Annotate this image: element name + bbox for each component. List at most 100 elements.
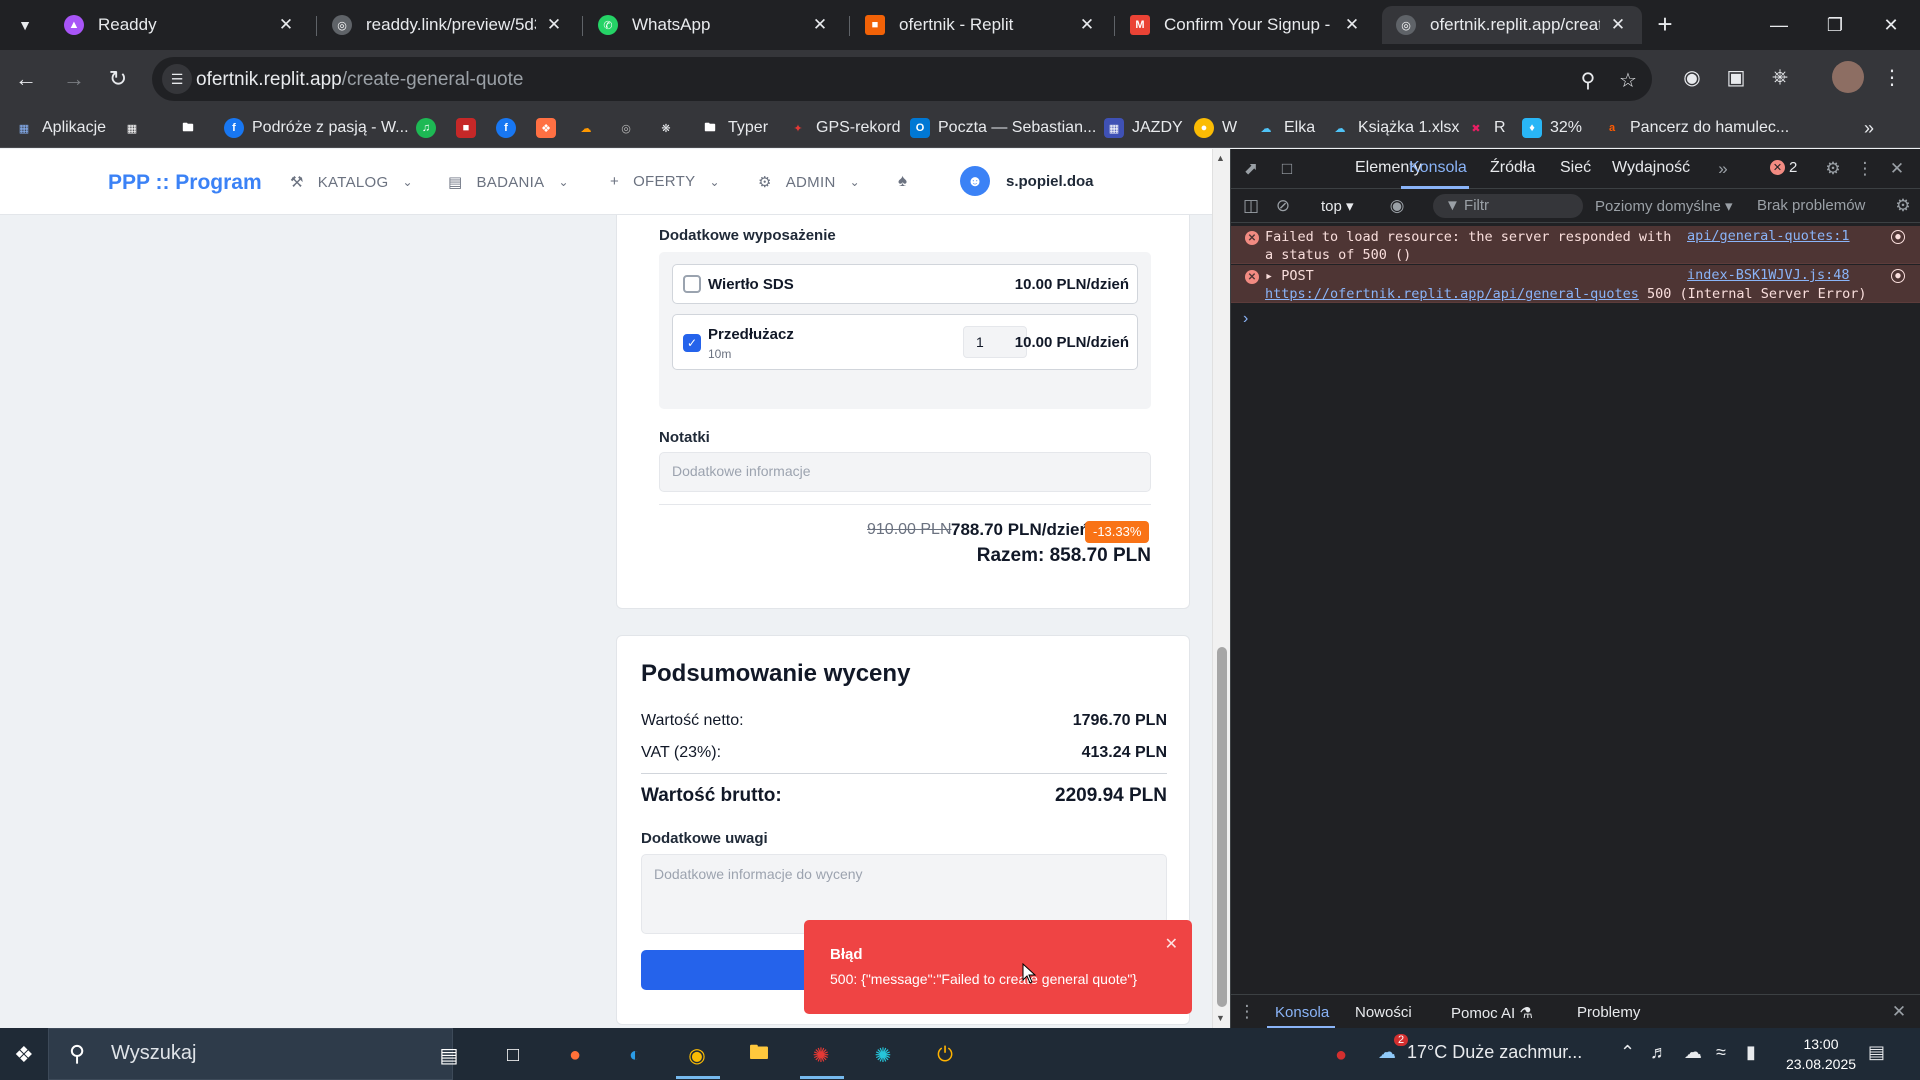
onedrive-icon[interactable]: ☁ (1684, 1042, 1702, 1063)
console-prompt-chevron-icon[interactable]: › (1243, 310, 1248, 328)
drawer-close-icon[interactable]: ✕ (1887, 1000, 1911, 1024)
reload-icon[interactable]: ↻ (102, 63, 134, 95)
console-settings-gear-icon[interactable]: ⚙ (1891, 194, 1915, 218)
console-source-link[interactable]: index-BSK1WJVJ.js:48 (1687, 267, 1850, 283)
tab-close-icon[interactable]: ✕ (810, 15, 830, 35)
tray-chevron-icon[interactable]: ⌃ (1620, 1042, 1635, 1063)
bookmark-poczta[interactable]: O Poczta — Sebastian... (910, 116, 1096, 140)
notes-input[interactable]: Dodatkowe informacje (659, 452, 1151, 492)
scroll-up-arrow-icon[interactable]: ▲ (1216, 153, 1225, 163)
app-red-icon[interactable]: ✺ (804, 1038, 838, 1072)
new-tab-plus-icon[interactable]: + (1650, 10, 1680, 40)
tab-zrodla[interactable]: Źródła (1490, 159, 1535, 177)
battery-icon[interactable]: ▮ (1746, 1042, 1756, 1063)
extensions-icon[interactable]: ⎈ (1764, 61, 1796, 93)
wifi-icon[interactable]: ≈ (1716, 1042, 1726, 1063)
clear-console-icon[interactable]: ⊘ (1271, 194, 1295, 218)
chrome-icon[interactable]: ◉ (680, 1038, 714, 1072)
tab-close-icon[interactable]: ✕ (544, 15, 564, 35)
taskbar-search[interactable]: ⚲ Wyszukaj (48, 1028, 453, 1080)
tab-wydajnosc[interactable]: Wydajność (1612, 159, 1690, 177)
bookmark-gps-rekord[interactable]: ✦ GPS-rekord (788, 116, 900, 140)
bookmark-pancerz[interactable]: a Pancerz do hamulec... (1602, 116, 1789, 140)
app-teal-icon[interactable]: ✺ (866, 1038, 900, 1072)
drawer-tab-konsola[interactable]: Konsola (1275, 1004, 1329, 1021)
notifications-icon[interactable]: ▤ (1868, 1042, 1885, 1063)
task-view-icon[interactable]: ▤ (432, 1038, 466, 1072)
forward-arrow-icon[interactable]: → (58, 63, 90, 95)
ai-explain-icon[interactable]: ● (1891, 230, 1905, 244)
log-levels-dropdown[interactable]: Poziomy domyślne ▾ (1595, 197, 1733, 215)
live-expression-eye-icon[interactable]: ◉ (1385, 194, 1409, 218)
nav-admin[interactable]: ⚙ ADMIN ⌄ (758, 173, 860, 192)
profile-avatar-icon[interactable] (1832, 61, 1864, 93)
issues-button[interactable]: Brak problemów (1757, 197, 1865, 214)
ai-explain-icon[interactable]: ● (1891, 269, 1905, 283)
equipment-row[interactable]: ✓ Przedłużacz 10m 1 10.00 PLN/dzień (672, 314, 1138, 370)
bookmark-32[interactable]: ♦ 32% (1522, 116, 1582, 140)
devtools-menu-kebab-icon[interactable]: ⋮ (1853, 157, 1877, 181)
power-icon[interactable]: ⏻ (928, 1038, 962, 1072)
bookmark-cloud[interactable]: ☁ (576, 116, 604, 140)
restore-icon[interactable]: ❐ (1806, 0, 1864, 50)
nav-oferty[interactable]: + OFERTY ⌄ (610, 173, 720, 190)
equipment-row[interactable]: Wiertło SDS 10.00 PLN/dzień (672, 264, 1138, 304)
antivirus-icon[interactable]: ● (1324, 1038, 1358, 1072)
tab-whatsapp[interactable]: ✆ WhatsApp ✕ (584, 6, 844, 44)
devtools-close-icon[interactable]: ✕ (1885, 157, 1909, 181)
console-url-link[interactable]: https://ofertnik.replit.app/api/general-… (1265, 286, 1639, 302)
bookmark-w[interactable]: ● W (1194, 116, 1237, 140)
bookmark-briefcase[interactable]: ■ (456, 116, 484, 140)
zoom-icon[interactable]: ⚲ (1574, 66, 1602, 94)
file-explorer-icon[interactable]: 🖿 (742, 1038, 776, 1072)
star-icon[interactable]: ☆ (1614, 66, 1642, 94)
error-counter[interactable]: ✕ 2 (1770, 159, 1797, 176)
bookmark-globe[interactable]: ◎ (616, 116, 644, 140)
windows-start-icon[interactable]: ❖ (14, 1042, 38, 1067)
console-source-link[interactable]: api/general-quotes:1 (1687, 228, 1850, 244)
back-arrow-icon[interactable]: ← (10, 63, 42, 95)
drawer-tab-pomoc-ai[interactable]: Pomoc AI ⚗ (1451, 1004, 1533, 1022)
tab-konsola[interactable]: Konsola (1409, 159, 1467, 177)
sidebar-toggle-icon[interactable]: ◫ (1239, 194, 1263, 218)
bookmark-jazdy[interactable]: ▦ JAZDY (1104, 116, 1183, 140)
bookmark-openai[interactable]: ❋ (656, 116, 684, 140)
filter-input[interactable]: ▼ Filtr (1433, 194, 1583, 218)
tab-readdy-preview[interactable]: ◎ readdy.link/preview/5d321 ✕ (318, 6, 578, 44)
bookmarks-more-chevron-icon[interactable]: » (1864, 116, 1874, 140)
toast-close-icon[interactable]: ✕ (1165, 934, 1178, 954)
window-close-icon[interactable]: ✕ (1862, 0, 1920, 50)
tab-close-icon[interactable]: ✕ (276, 15, 296, 35)
tab-ofertnik-active[interactable]: ◎ ofertnik.replit.app/create-g ✕ (1382, 6, 1642, 44)
nav-badania[interactable]: ▤ BADANIA ⌄ (448, 173, 569, 192)
context-selector[interactable]: top ▾ (1321, 197, 1354, 215)
weather-widget[interactable]: ☁ 2 17°C Duże zachmur... (1378, 1034, 1582, 1063)
tab-close-icon[interactable]: ✕ (1608, 15, 1628, 35)
bookmark-r[interactable]: ✖ R (1466, 116, 1505, 140)
volume-icon[interactable]: ♬ (1650, 1042, 1668, 1063)
minimize-icon[interactable]: — (1750, 0, 1808, 50)
file-icon[interactable]: □ (496, 1038, 530, 1072)
bookmark-typer[interactable]: 🖿 Typer (700, 116, 769, 140)
check-icon[interactable]: ✓ (683, 334, 701, 352)
bookmark-ksiazka[interactable]: ☁ Książka 1.xlsx (1330, 116, 1460, 140)
inspect-element-icon[interactable]: ⬈ (1239, 157, 1263, 181)
pip-icon[interactable]: ▣ (1720, 61, 1752, 93)
bookmark-orange[interactable]: ❖ (536, 116, 564, 140)
tab-gmail[interactable]: M Confirm Your Signup - s.po ✕ (1116, 6, 1376, 44)
tab-replit[interactable]: ■ ofertnik - Replit ✕ (851, 6, 1111, 44)
page-scrollbar[interactable]: ▲ ▼ (1212, 149, 1230, 1028)
scroll-down-arrow-icon[interactable]: ▼ (1216, 1013, 1225, 1023)
bookmark-folder[interactable]: 🖿 (178, 116, 206, 140)
app-brand[interactable]: PPP :: Program (108, 171, 262, 195)
drawer-tab-problemy[interactable]: Problemy (1577, 1004, 1640, 1021)
bookmark-elka[interactable]: ☁ Elka (1256, 116, 1316, 140)
equipment-checkbox[interactable] (683, 275, 701, 293)
bookmark-facebook[interactable]: f (496, 116, 524, 140)
taskbar-clock[interactable]: 13:00 23.08.2025 (1776, 1034, 1866, 1074)
menu-kebab-icon[interactable]: ⋮ (1876, 61, 1908, 93)
scrollbar-thumb[interactable] (1217, 647, 1227, 1007)
bookmark-podroze[interactable]: f Podróże z pasją - W... (224, 116, 409, 140)
omnibox[interactable]: ☰ ofertnik.replit.app/create-general-quo… (152, 57, 1652, 101)
drawer-menu-kebab-icon[interactable]: ⋮ (1235, 1000, 1259, 1024)
